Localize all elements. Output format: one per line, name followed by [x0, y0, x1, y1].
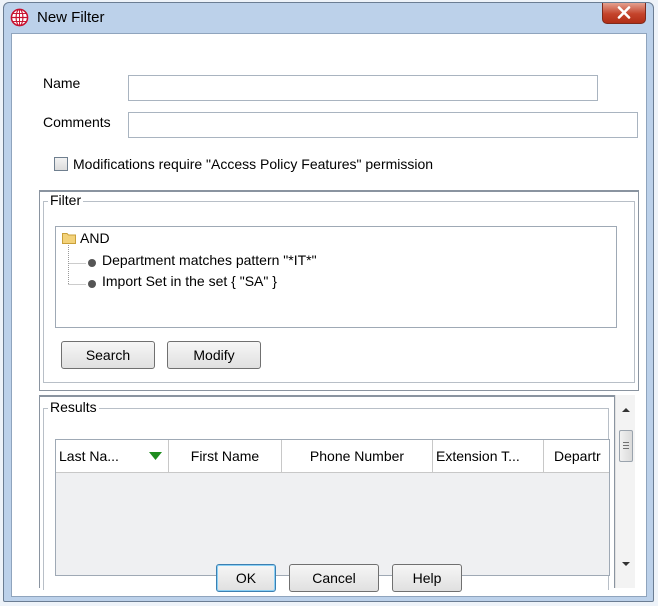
permission-checkbox-label: Modifications require "Access Policy Fea… [73, 156, 434, 172]
folder-icon [62, 233, 76, 244]
column-header-label: Last Na... [59, 448, 119, 464]
results-table[interactable]: Last Na... First Name Phone Number Exten… [55, 439, 610, 576]
condition-bullet-icon [88, 259, 96, 267]
title-bar[interactable]: New Filter [4, 3, 653, 33]
close-button[interactable] [602, 3, 646, 24]
filter-legend: Filter [48, 192, 84, 208]
results-vertical-scrollbar[interactable] [615, 395, 635, 588]
results-group: Results Last Na... First Name Phone Numb… [43, 399, 610, 590]
close-icon [617, 6, 631, 19]
thumb-grip [623, 442, 629, 443]
filter-panel: Filter AND Department matches pattern "*… [39, 190, 639, 391]
name-label: Name [43, 75, 81, 91]
tree-root-and[interactable]: AND [80, 230, 110, 246]
scroll-up-arrow-icon[interactable] [621, 405, 631, 415]
cancel-button[interactable]: Cancel [289, 564, 379, 592]
column-header-last-name[interactable]: Last Na... [56, 440, 169, 472]
column-header-first-name[interactable]: First Name [169, 440, 282, 472]
globe-icon [10, 8, 29, 27]
comments-label: Comments [43, 114, 111, 130]
help-button[interactable]: Help [392, 564, 462, 592]
scrollbar-thumb[interactable] [619, 430, 633, 462]
modify-button[interactable]: Modify [167, 341, 261, 369]
name-input[interactable] [128, 75, 598, 101]
thumb-grip [623, 445, 629, 446]
new-filter-dialog: New Filter Name Comments Modifications r… [3, 2, 654, 602]
ok-button[interactable]: OK [216, 564, 276, 592]
column-header-phone-number[interactable]: Phone Number [282, 440, 433, 472]
sort-descending-icon [149, 452, 162, 460]
comments-input[interactable] [128, 112, 638, 138]
column-header-extension-type[interactable]: Extension T... [433, 440, 544, 472]
scroll-down-arrow-icon[interactable] [621, 559, 631, 569]
search-button[interactable]: Search [61, 341, 155, 369]
filter-tree[interactable]: AND Department matches pattern "*IT*" Im… [55, 226, 617, 328]
condition-bullet-icon [88, 280, 96, 288]
results-legend: Results [48, 399, 99, 415]
permission-checkbox[interactable] [54, 157, 68, 171]
thumb-grip [623, 448, 629, 449]
filter-group: Filter AND Department matches pattern "*… [43, 192, 635, 383]
dialog-content: Name Comments Modifications require "Acc… [11, 33, 647, 597]
results-panel: Results Last Na... First Name Phone Numb… [39, 395, 615, 590]
tree-condition-import-set[interactable]: Import Set in the set { "SA" } [102, 273, 277, 289]
tree-condition-department[interactable]: Department matches pattern "*IT*" [102, 252, 317, 268]
column-header-department[interactable]: Departr [544, 440, 609, 472]
window-title: New Filter [37, 9, 105, 26]
results-table-header: Last Na... First Name Phone Number Exten… [56, 440, 609, 473]
